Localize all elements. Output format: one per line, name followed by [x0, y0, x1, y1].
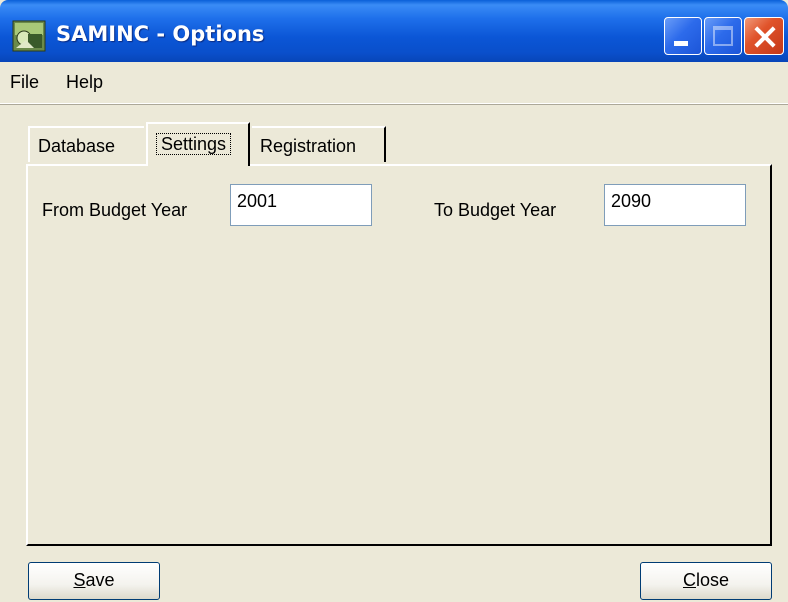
tab-settings-label: Settings	[156, 133, 232, 155]
close-access-key: C	[682, 570, 696, 590]
tab-database[interactable]: Database	[28, 126, 144, 162]
close-label: lose	[695, 570, 730, 590]
tab-settings[interactable]: Settings	[146, 122, 250, 166]
close-window-button[interactable]	[744, 17, 784, 55]
maximize-button[interactable]	[704, 17, 742, 55]
tab-registration[interactable]: Registration	[252, 126, 386, 162]
save-access-key: S	[73, 570, 86, 590]
menu-file[interactable]: File	[10, 72, 39, 93]
to-budget-year-label: To Budget Year	[434, 200, 557, 220]
menu-help[interactable]: Help	[66, 72, 103, 93]
menu-bar: File Help	[0, 62, 788, 104]
from-budget-year-input[interactable]: 2001	[230, 184, 372, 226]
save-button[interactable]: Save	[28, 562, 160, 600]
app-icon	[12, 20, 46, 52]
title-bar[interactable]: SAMINC - Options	[0, 0, 788, 62]
minimize-button[interactable]	[664, 17, 702, 55]
to-budget-year-input[interactable]: 2090	[604, 184, 746, 226]
from-budget-year-label: From Budget Year	[42, 200, 188, 220]
window-title: SAMINC - Options	[56, 22, 265, 46]
save-label: ave	[85, 570, 115, 590]
close-button[interactable]: Close	[640, 562, 772, 600]
